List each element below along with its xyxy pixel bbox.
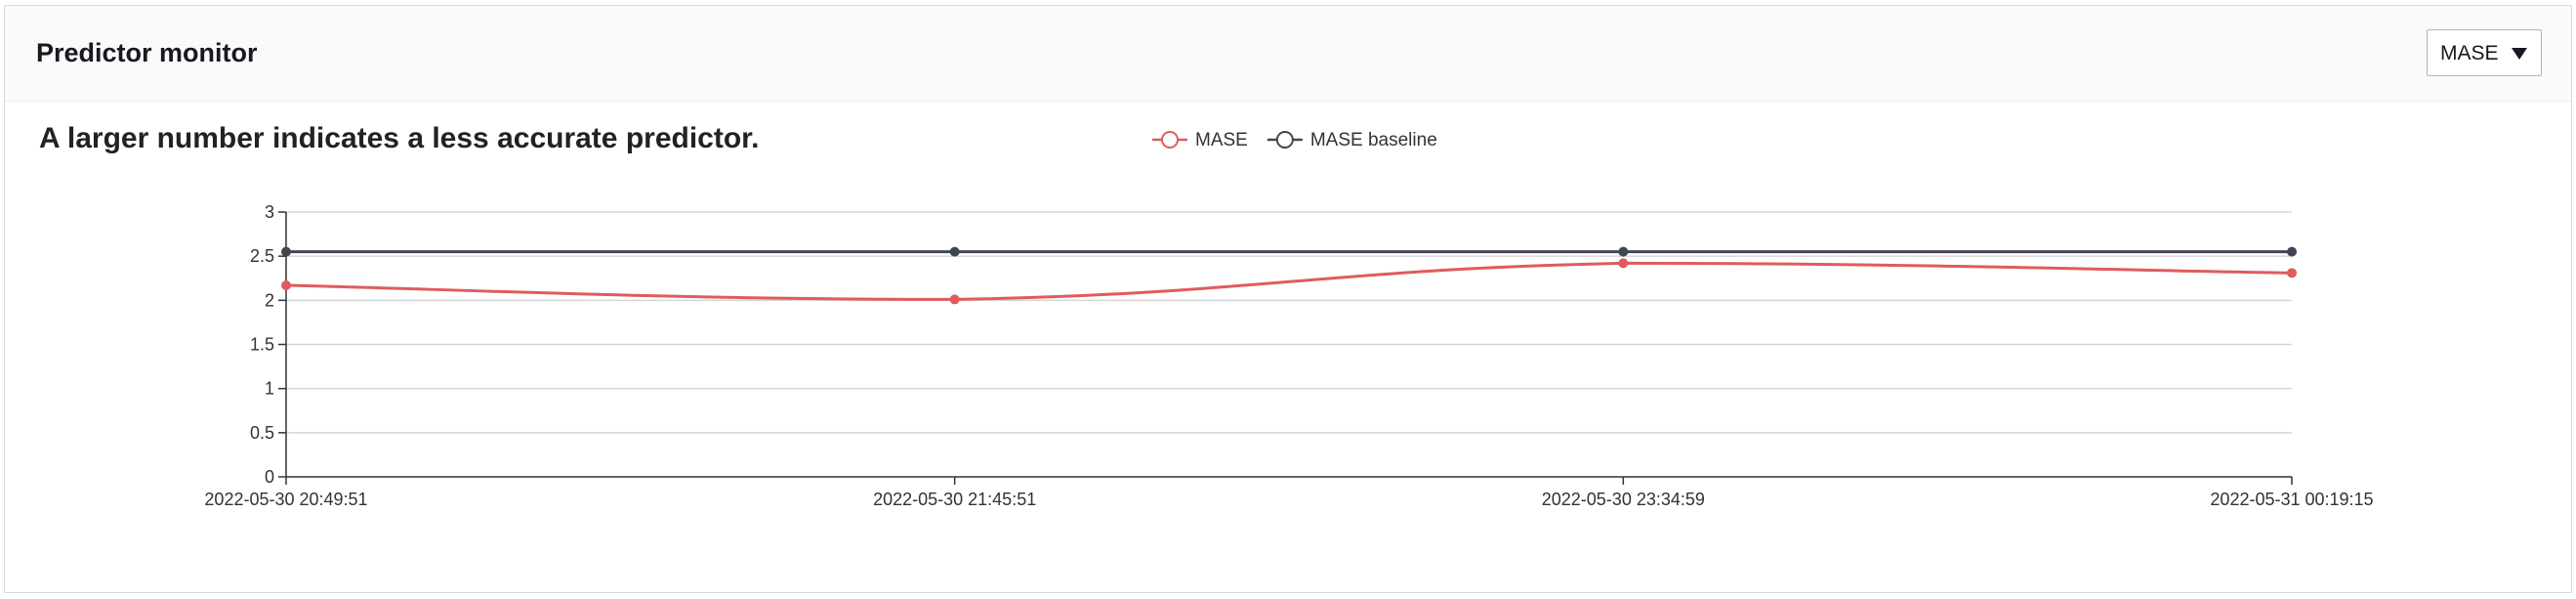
y-tick-label: 0.5 <box>250 423 274 443</box>
line-chart: 0 0.5 1 1.5 2 2.5 3 2022-05-30 20:49:51 2022-05-… <box>204 130 2373 509</box>
y-tick-label: 3 <box>265 202 274 222</box>
legend-marker-icon <box>1275 131 1294 149</box>
x-tick-label: 2022-05-30 23:34:59 <box>1542 490 1705 509</box>
data-point <box>281 246 291 257</box>
y-tick-label: 2 <box>265 290 274 310</box>
data-point <box>1618 258 1629 269</box>
legend-marker-icon <box>1161 131 1179 149</box>
x-tick-label: 2022-05-30 21:45:51 <box>873 490 1036 509</box>
series-line-mase <box>285 261 2293 301</box>
legend-item[interactable]: MASE baseline <box>1267 130 1437 150</box>
data-point <box>949 246 960 257</box>
x-tick-label: 2022-05-30 20:49:51 <box>204 490 367 509</box>
y-tick-label: 1 <box>265 379 274 399</box>
data-point <box>2287 246 2297 257</box>
y-tick-label: 1.5 <box>250 335 274 355</box>
data-point <box>1618 246 1629 257</box>
x-tick-label: 2022-05-31 00:19:15 <box>2210 490 2373 509</box>
y-tick-label: 0 <box>265 467 274 487</box>
legend-label: MASE <box>1195 130 1248 150</box>
data-point <box>281 279 291 290</box>
legend-item[interactable]: MASE <box>1152 130 1248 150</box>
data-point <box>2287 268 2297 278</box>
y-tick-label: 2.5 <box>250 246 274 266</box>
data-point <box>949 294 960 305</box>
legend-label: MASE baseline <box>1310 130 1437 150</box>
